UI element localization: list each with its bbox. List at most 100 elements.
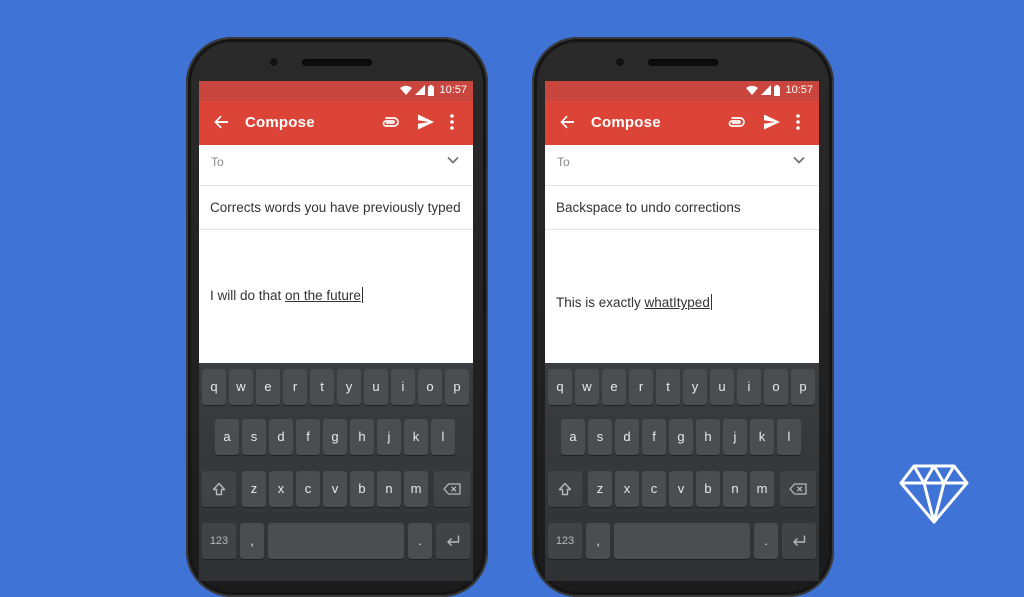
send-icon[interactable]: [763, 113, 781, 131]
symbols-key[interactable]: 123: [548, 523, 582, 559]
key-f[interactable]: f: [642, 419, 666, 455]
phone-screen: 10:57 Compose To Corrects words you have…: [199, 81, 473, 581]
key-y[interactable]: y: [337, 369, 361, 405]
key-k[interactable]: k: [404, 419, 428, 455]
status-time: 10:57: [785, 84, 813, 96]
backspace-icon: [443, 483, 461, 495]
key-n[interactable]: n: [377, 471, 401, 507]
subject-text: Corrects words you have previously typed: [210, 200, 461, 215]
key-n[interactable]: n: [723, 471, 747, 507]
body-field[interactable]: This is exactly whatItyped: [556, 294, 712, 310]
corrected-words[interactable]: whatItyped: [645, 295, 710, 310]
keyboard: q w e r t y u i o p a s d f g h j k l z …: [199, 363, 473, 581]
key-g[interactable]: g: [323, 419, 347, 455]
key-e[interactable]: e: [602, 369, 626, 405]
key-b[interactable]: b: [350, 471, 374, 507]
space-key[interactable]: [614, 523, 750, 559]
key-o[interactable]: o: [418, 369, 442, 405]
key-d[interactable]: d: [615, 419, 639, 455]
key-u[interactable]: u: [710, 369, 734, 405]
key-i[interactable]: i: [391, 369, 415, 405]
key-h[interactable]: h: [350, 419, 374, 455]
key-h[interactable]: h: [696, 419, 720, 455]
period-key[interactable]: .: [754, 523, 778, 559]
key-v[interactable]: v: [323, 471, 347, 507]
to-field[interactable]: To: [545, 145, 819, 186]
chevron-down-icon[interactable]: [447, 155, 459, 165]
key-q[interactable]: q: [548, 369, 572, 405]
key-a[interactable]: a: [215, 419, 239, 455]
status-time: 10:57: [439, 84, 467, 96]
key-p[interactable]: p: [791, 369, 815, 405]
key-k[interactable]: k: [750, 419, 774, 455]
back-arrow-icon[interactable]: [559, 114, 575, 130]
key-p[interactable]: p: [445, 369, 469, 405]
key-l[interactable]: l: [431, 419, 455, 455]
compose-toolbar: Compose: [199, 101, 473, 145]
to-label: To: [211, 155, 224, 169]
backspace-key[interactable]: [780, 471, 816, 507]
key-j[interactable]: j: [723, 419, 747, 455]
subject-field[interactable]: Backspace to undo corrections: [545, 185, 819, 230]
send-icon[interactable]: [417, 113, 435, 131]
shift-key[interactable]: [202, 471, 236, 507]
enter-key[interactable]: [782, 523, 816, 559]
key-s[interactable]: s: [242, 419, 266, 455]
key-c[interactable]: c: [296, 471, 320, 507]
backspace-icon: [789, 483, 807, 495]
comma-key[interactable]: ,: [586, 523, 610, 559]
subject-text: Backspace to undo corrections: [556, 200, 741, 215]
key-g[interactable]: g: [669, 419, 693, 455]
key-m[interactable]: m: [404, 471, 428, 507]
to-field[interactable]: To: [199, 145, 473, 186]
to-label: To: [557, 155, 570, 169]
key-r[interactable]: r: [283, 369, 307, 405]
body-field[interactable]: I will do that on the future: [210, 287, 363, 303]
chevron-down-icon[interactable]: [793, 155, 805, 165]
comma-key[interactable]: ,: [240, 523, 264, 559]
key-o[interactable]: o: [764, 369, 788, 405]
more-vert-icon[interactable]: [795, 113, 801, 131]
key-t[interactable]: t: [656, 369, 680, 405]
more-vert-icon[interactable]: [449, 113, 455, 131]
key-s[interactable]: s: [588, 419, 612, 455]
enter-key[interactable]: [436, 523, 470, 559]
attachment-icon[interactable]: [727, 115, 745, 129]
key-j[interactable]: j: [377, 419, 401, 455]
backspace-key[interactable]: [434, 471, 470, 507]
back-arrow-icon[interactable]: [213, 114, 229, 130]
key-u[interactable]: u: [364, 369, 388, 405]
key-m[interactable]: m: [750, 471, 774, 507]
key-f[interactable]: f: [296, 419, 320, 455]
key-l[interactable]: l: [777, 419, 801, 455]
attachment-icon[interactable]: [381, 115, 399, 129]
keyboard: q w e r t y u i o p a s d f g h j k l z …: [545, 363, 819, 581]
space-key[interactable]: [268, 523, 404, 559]
key-a[interactable]: a: [561, 419, 585, 455]
key-z[interactable]: z: [588, 471, 612, 507]
key-x[interactable]: x: [615, 471, 639, 507]
text-cursor: [710, 294, 712, 310]
key-i[interactable]: i: [737, 369, 761, 405]
symbols-key[interactable]: 123: [202, 523, 236, 559]
subject-field[interactable]: Corrects words you have previously typed: [199, 185, 473, 230]
corrected-words[interactable]: on the future: [285, 288, 361, 303]
key-y[interactable]: y: [683, 369, 707, 405]
key-r[interactable]: r: [629, 369, 653, 405]
key-w[interactable]: w: [229, 369, 253, 405]
key-x[interactable]: x: [269, 471, 293, 507]
key-z[interactable]: z: [242, 471, 266, 507]
key-t[interactable]: t: [310, 369, 334, 405]
earpiece-speaker: [302, 59, 372, 66]
key-b[interactable]: b: [696, 471, 720, 507]
key-w[interactable]: w: [575, 369, 599, 405]
period-key[interactable]: .: [408, 523, 432, 559]
key-v[interactable]: v: [669, 471, 693, 507]
key-d[interactable]: d: [269, 419, 293, 455]
shift-key[interactable]: [548, 471, 582, 507]
toolbar-title: Compose: [591, 114, 661, 131]
enter-icon: [793, 535, 806, 546]
key-c[interactable]: c: [642, 471, 666, 507]
key-e[interactable]: e: [256, 369, 280, 405]
key-q[interactable]: q: [202, 369, 226, 405]
